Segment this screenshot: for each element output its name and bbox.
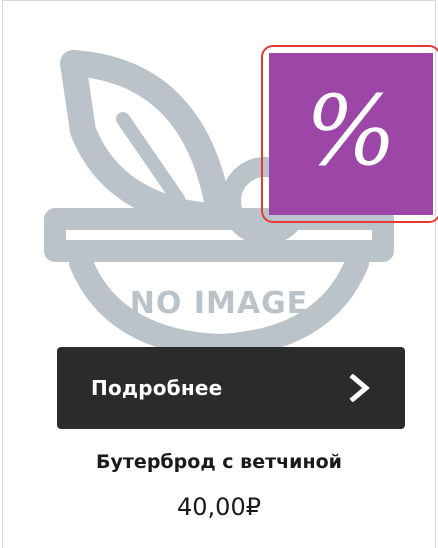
discount-badge-fill: % bbox=[269, 53, 433, 215]
product-price: 40,00₽ bbox=[177, 493, 261, 521]
details-button[interactable]: Подробнее bbox=[57, 347, 405, 429]
discount-badge: % bbox=[261, 45, 438, 223]
details-button-label: Подробнее bbox=[91, 376, 223, 400]
percent-icon: % bbox=[305, 75, 397, 187]
product-name[interactable]: Бутерброд с ветчиной bbox=[3, 451, 435, 473]
product-card: NO IMAGE % Подробнее Бутерброд с ветчино… bbox=[2, 0, 438, 548]
no-image-label: NO IMAGE bbox=[130, 286, 308, 321]
chevron-right-icon bbox=[349, 374, 371, 402]
